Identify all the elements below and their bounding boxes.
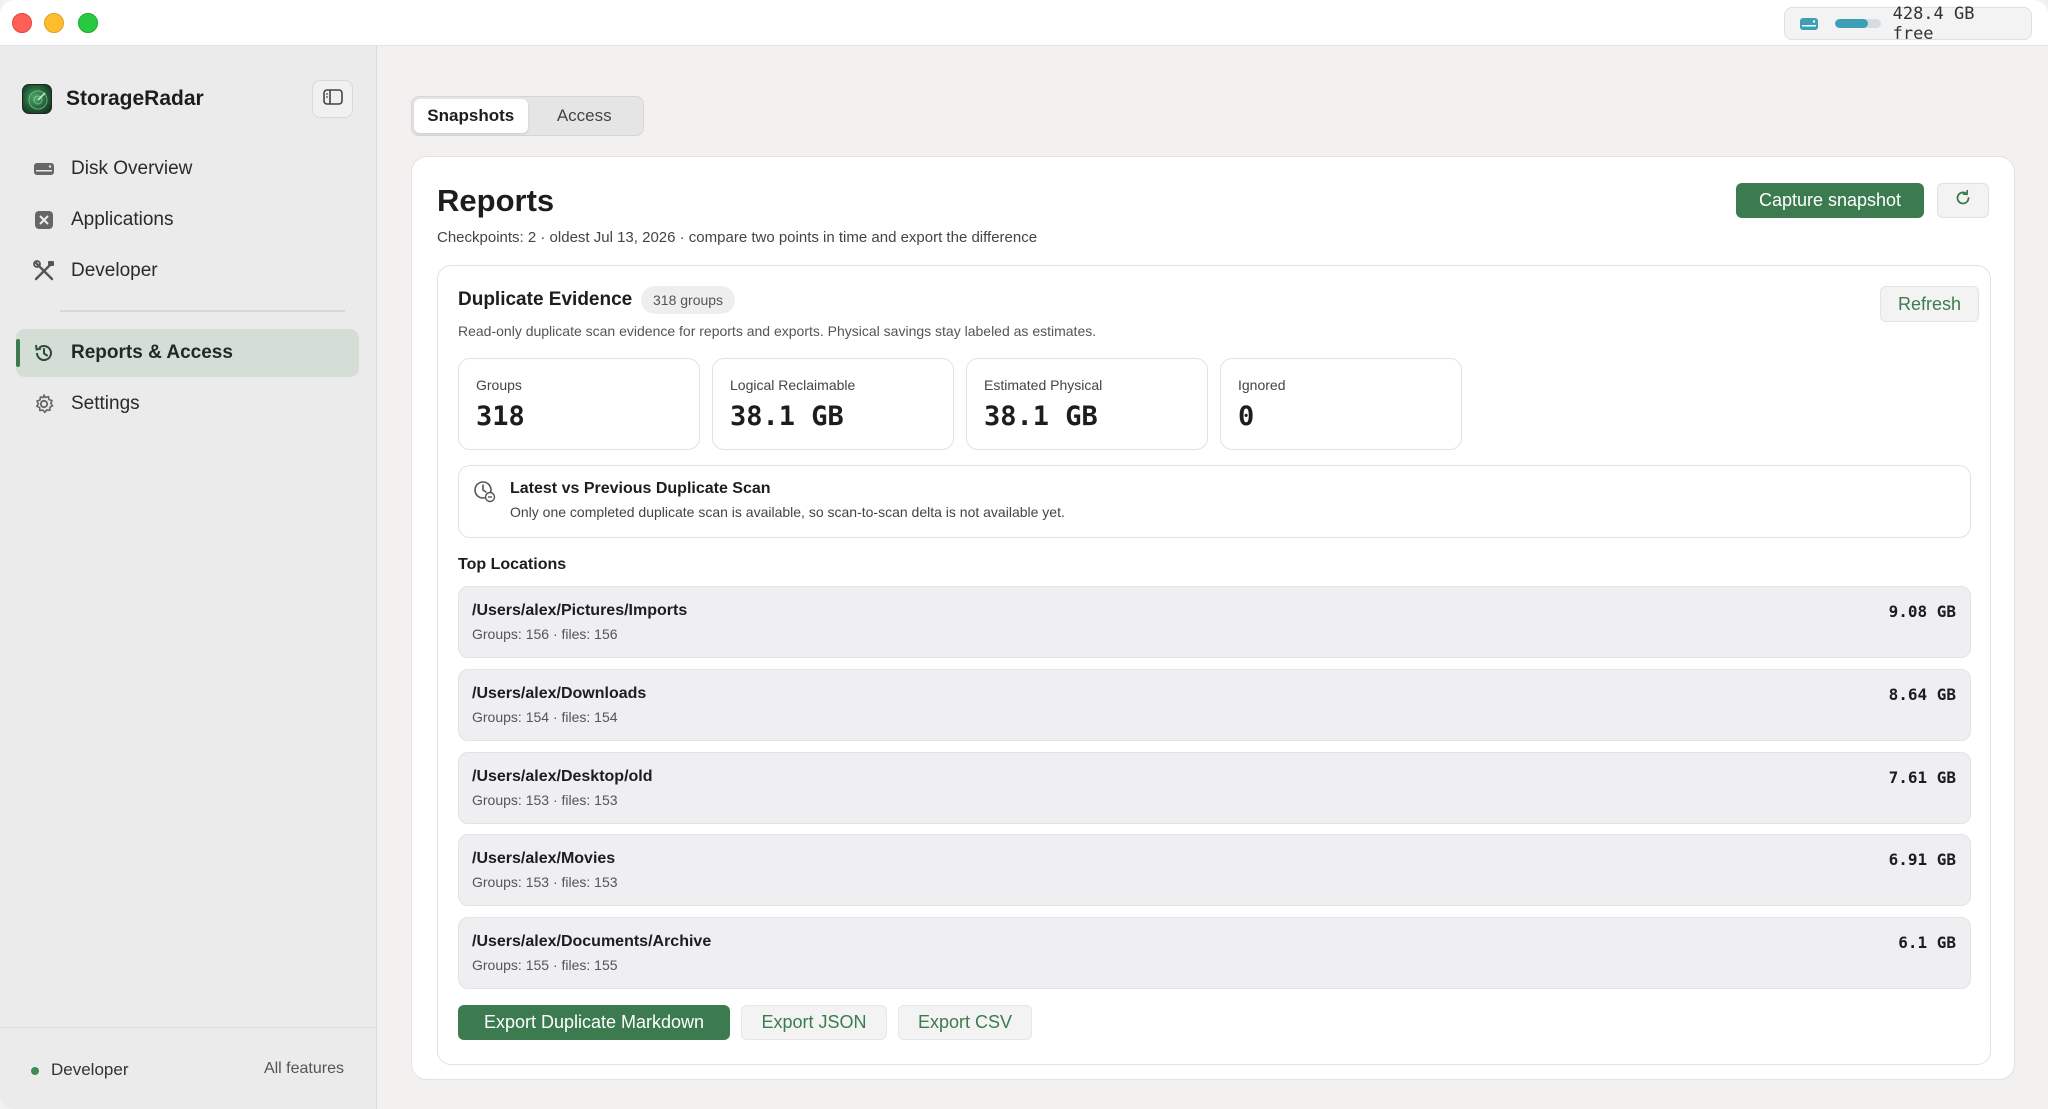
- disk-icon: [32, 157, 56, 181]
- refresh-icon: [1954, 189, 1972, 212]
- stat-card-groups: Groups 318: [458, 358, 700, 450]
- comparison-text: Only one completed duplicate scan is ava…: [510, 504, 1065, 520]
- location-meta: Groups: 153 · files: 153: [472, 874, 618, 890]
- location-meta: Groups: 153 · files: 153: [472, 792, 618, 808]
- location-path: /Users/alex/Downloads: [472, 685, 647, 702]
- location-row[interactable]: /Users/alex/Downloads Groups: 154 · file…: [458, 669, 1971, 741]
- reload-button[interactable]: [1937, 183, 1989, 218]
- stat-card-estimated-physical: Estimated Physical 38.1 GB: [966, 358, 1208, 450]
- location-path: /Users/alex/Documents/Archive: [472, 933, 712, 950]
- comparison-title: Latest vs Previous Duplicate Scan: [510, 480, 771, 497]
- location-meta: Groups: 156 · files: 156: [472, 626, 618, 642]
- sidebar: StorageRadar Disk Overview Applications: [0, 46, 377, 1109]
- clock-compare-icon: [472, 479, 496, 503]
- section-title: Duplicate Evidence: [458, 289, 633, 310]
- title-bar: 428.4 GB free: [0, 0, 2048, 46]
- features-label: All features: [263, 1060, 344, 1077]
- stat-value: 38.1 GB: [984, 401, 1098, 432]
- history-icon: [32, 341, 56, 365]
- stat-label: Ignored: [1238, 377, 1286, 393]
- groups-badge: 318 groups: [641, 286, 736, 314]
- tools-icon: [32, 259, 56, 283]
- gear-icon: [32, 392, 56, 416]
- export-json-button[interactable]: Export JSON: [741, 1005, 887, 1040]
- status-dot: [31, 1067, 39, 1075]
- edition-label: Developer: [51, 1060, 129, 1079]
- refresh-button[interactable]: Refresh: [1880, 286, 1979, 322]
- export-markdown-button[interactable]: Export Duplicate Markdown: [458, 1005, 730, 1040]
- brand: StorageRadar: [22, 84, 204, 114]
- sidebar-toggle-icon: [322, 88, 343, 110]
- stat-label: Logical Reclaimable: [730, 377, 856, 393]
- disk-usage-fill: [1835, 19, 1868, 28]
- close-window-button[interactable]: [12, 13, 32, 33]
- location-size: 8.64 GB: [1888, 685, 1956, 704]
- sidebar-item-label: Settings: [71, 393, 140, 414]
- location-path: /Users/alex/Movies: [472, 850, 616, 867]
- reports-card: Reports Checkpoints: 2 · oldest Jul 13, …: [411, 156, 2015, 1080]
- location-meta: Groups: 155 · files: 155: [472, 957, 618, 973]
- scan-comparison-notice: Latest vs Previous Duplicate Scan Only o…: [458, 465, 1971, 538]
- sidebar-divider: [60, 310, 345, 312]
- zoom-window-button[interactable]: [78, 13, 98, 33]
- disk-free-indicator[interactable]: 428.4 GB free: [1784, 4, 2032, 44]
- disk-free-text: 428.4 GB free: [1892, 3, 1975, 44]
- stat-value: 0: [1238, 401, 1255, 432]
- tab-access[interactable]: Access: [528, 99, 642, 133]
- tab-snapshots[interactable]: Snapshots: [414, 99, 528, 133]
- app-window: 428.4 GB free StorageRadar Disk Overview: [0, 0, 2048, 1109]
- top-locations-heading: Top Locations: [458, 556, 567, 573]
- location-meta: Groups: 154 · files: 154: [472, 709, 618, 725]
- stat-value: 318: [476, 401, 525, 432]
- sidebar-item-applications[interactable]: Applications: [16, 196, 359, 244]
- stat-card-logical-reclaimable: Logical Reclaimable 38.1 GB: [712, 358, 954, 450]
- app-logo-icon: [22, 84, 52, 114]
- toggle-sidebar-button[interactable]: [312, 80, 353, 118]
- sidebar-item-developer[interactable]: Developer: [16, 247, 359, 295]
- duplicate-evidence-panel: Duplicate Evidence 318 groups Read-only …: [437, 265, 1991, 1065]
- sidebar-item-reports-access[interactable]: Reports & Access: [16, 329, 359, 377]
- minimize-window-button[interactable]: [44, 13, 64, 33]
- location-row[interactable]: /Users/alex/Movies Groups: 153 · files: …: [458, 834, 1971, 906]
- applications-icon: [32, 208, 56, 232]
- page-title: Reports: [437, 183, 555, 218]
- app-name: StorageRadar: [66, 87, 204, 110]
- section-description: Read-only duplicate scan evidence for re…: [458, 323, 1097, 339]
- hard-drive-icon: [1799, 17, 1819, 31]
- location-path: /Users/alex/Desktop/old: [472, 768, 653, 785]
- location-size: 9.08 GB: [1888, 602, 1956, 621]
- location-size: 7.61 GB: [1888, 768, 1956, 787]
- sidebar-footer: Developer All features: [0, 1027, 377, 1109]
- sidebar-item-disk-overview[interactable]: Disk Overview: [16, 145, 359, 193]
- location-path: /Users/alex/Pictures/Imports: [472, 602, 688, 619]
- reports-subtitle: Checkpoints: 2 · oldest Jul 13, 2026 · c…: [437, 229, 1038, 246]
- location-size: 6.91 GB: [1888, 850, 1956, 869]
- sidebar-item-label: Applications: [71, 209, 174, 230]
- view-switcher: Snapshots Access: [411, 96, 644, 136]
- stat-card-ignored: Ignored 0: [1220, 358, 1462, 450]
- location-row[interactable]: /Users/alex/Desktop/old Groups: 153 · fi…: [458, 752, 1971, 824]
- location-size: 6.1 GB: [1898, 933, 1956, 952]
- location-row[interactable]: /Users/alex/Documents/Archive Groups: 15…: [458, 917, 1971, 989]
- stat-value: 38.1 GB: [730, 401, 844, 432]
- capture-snapshot-button[interactable]: Capture snapshot: [1736, 183, 1924, 218]
- sidebar-item-label: Disk Overview: [71, 158, 193, 179]
- sidebar-item-settings[interactable]: Settings: [16, 380, 359, 428]
- location-row[interactable]: /Users/alex/Pictures/Imports Groups: 156…: [458, 586, 1971, 658]
- sidebar-item-label: Developer: [71, 260, 158, 281]
- export-csv-button[interactable]: Export CSV: [898, 1005, 1032, 1040]
- stat-label: Estimated Physical: [984, 377, 1103, 393]
- stat-label: Groups: [476, 377, 522, 393]
- sidebar-item-label: Reports & Access: [71, 342, 233, 363]
- disk-usage-bar: [1835, 19, 1881, 28]
